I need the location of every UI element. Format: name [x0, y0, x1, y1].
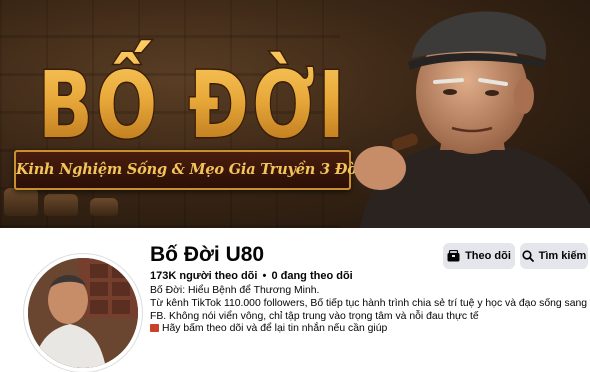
bio-line: Từ kênh TikTok 110.000 followers, Bố tiế…: [150, 298, 588, 309]
followers-count[interactable]: 173K người theo dõi: [150, 270, 257, 282]
cover-jar: [90, 198, 118, 216]
follow-button[interactable]: Theo dõi: [443, 243, 515, 269]
follower-stats: 173K người theo dõi • 0 đang theo dõi: [150, 270, 353, 282]
pin-icon: [150, 324, 159, 332]
cover-subtitle-banner: Kinh Nghiệm Sống & Mẹo Gia Truyền 3 Đời: [14, 150, 362, 190]
search-icon: [522, 250, 534, 262]
cover-title-graphic: BỐ ĐỜI: [37, 38, 348, 153]
follow-label: Theo dõi: [465, 250, 511, 262]
search-button[interactable]: Tìm kiếm: [520, 243, 588, 269]
cover-title-text: BỐ ĐỜI: [38, 39, 348, 152]
cover-title: BỐ ĐỜI: [30, 32, 360, 153]
avatar-portrait: [28, 258, 138, 368]
stats-separator: •: [262, 270, 267, 282]
cover-jar: [44, 194, 78, 216]
following-count[interactable]: 0 đang theo dõi: [271, 270, 352, 282]
search-label: Tìm kiếm: [538, 250, 587, 262]
follow-icon: [447, 250, 460, 262]
bio-line: Bố Đời: Hiểu Bệnh để Thương Minh.: [150, 285, 320, 296]
cover-jar: [4, 188, 38, 216]
bio-line: FB. Không nói viển vông, chỉ tập trung v…: [150, 311, 479, 322]
bio-line-with-pin: Hãy bấm theo dõi và để lại tin nhắn nếu …: [150, 323, 387, 334]
cover-portrait-illustration: [354, 11, 590, 228]
cover-subtitle: Kinh Nghiệm Sống & Mẹo Gia Truyền 3 Đời: [16, 161, 362, 178]
profile-avatar[interactable]: [24, 254, 142, 372]
bio-line: Hãy bấm theo dõi và để lại tin nhắn nếu …: [162, 323, 388, 334]
cover-photo[interactable]: BỐ ĐỜI Kinh Nghiệm Sống & Mẹo Gia Truyền…: [0, 0, 590, 228]
page-name: Bố Đời U80: [150, 243, 265, 266]
